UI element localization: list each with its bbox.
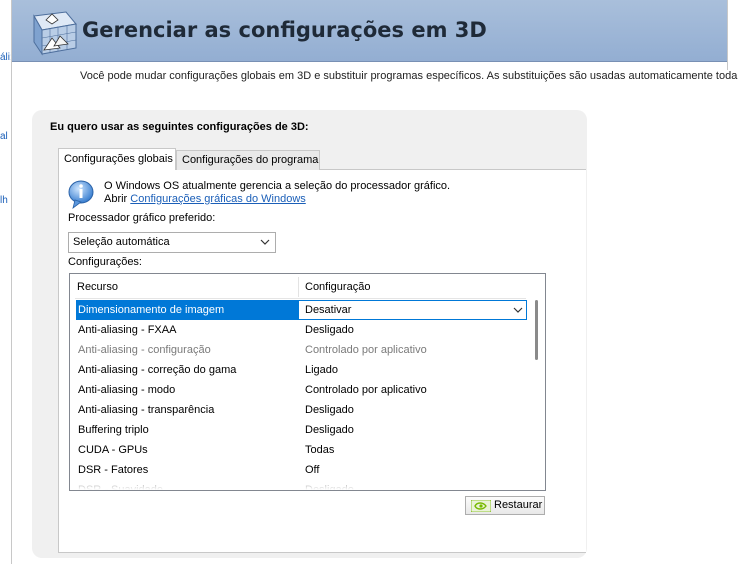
feature-cell[interactable]: DSR - Fatores <box>78 460 148 480</box>
table-row[interactable]: Anti-aliasing - FXAA Desligado <box>76 320 527 340</box>
feature-cell[interactable]: Anti-aliasing - modo <box>78 380 175 400</box>
setting-cell[interactable]: Controlado por aplicativo <box>305 340 427 360</box>
left-pane-text[interactable]: áli: <box>0 52 11 63</box>
nvidia-3d-settings-icon <box>33 11 77 56</box>
left-pane-text[interactable]: lh <box>0 195 11 206</box>
table-row[interactable]: DSR - Fatores Off <box>76 460 527 480</box>
feature-cell[interactable]: Anti-aliasing - FXAA <box>78 320 176 340</box>
setting-cell[interactable]: Desligado <box>305 400 354 420</box>
setting-cell[interactable]: Desligado <box>305 320 354 340</box>
panel-title: Eu quero usar as seguintes configurações… <box>50 121 309 133</box>
setting-cell[interactable]: Desativar <box>305 300 351 320</box>
header-divider <box>75 298 526 299</box>
feature-cell[interactable]: Anti-aliasing - correção do gama <box>78 360 236 380</box>
settings-label: Configurações: <box>68 256 142 268</box>
info-line: O Windows OS atualmente gerencia a seleç… <box>104 180 451 192</box>
settings-table: Recurso Configuração Dimensionamento de … <box>69 273 546 491</box>
setting-cell[interactable]: Ligado <box>305 360 338 380</box>
tab-program-settings[interactable]: Configurações do programa <box>176 150 320 170</box>
table-row[interactable]: Anti-aliasing - correção do gama Ligado <box>76 360 527 380</box>
left-pane-text[interactable]: al <box>0 131 11 142</box>
nvidia-logo-icon <box>471 500 491 512</box>
page-title: Gerenciar as configurações em 3D <box>82 18 487 42</box>
page-description: Você pode mudar configurações globais em… <box>80 70 739 82</box>
windows-graphics-settings-link[interactable]: Configurações gráficas do Windows <box>130 193 305 205</box>
scrollbar-thumb[interactable] <box>535 300 538 360</box>
processor-select[interactable]: Seleção automática <box>68 232 276 253</box>
processor-label: Processador gráfico preferido: <box>68 212 216 224</box>
feature-cell[interactable]: Buffering triplo <box>78 420 149 440</box>
setting-cell[interactable]: Off <box>305 460 319 480</box>
info-icon <box>68 180 94 209</box>
table-row[interactable]: Anti-aliasing - configuração Controlado p… <box>76 340 527 360</box>
column-header-setting[interactable]: Configuração <box>305 277 370 297</box>
right-pane-strip <box>727 0 739 70</box>
table-row[interactable]: Anti-aliasing - transparência Desligado <box>76 400 527 420</box>
feature-cell[interactable]: Dimensionamento de imagem <box>76 300 298 320</box>
setting-cell[interactable]: Todas <box>305 440 334 460</box>
processor-select-value: Seleção automática <box>73 236 170 248</box>
info-message: O Windows OS atualmente gerencia a seleç… <box>104 180 450 206</box>
info-line-2: Abrir Configurações gráficas do Windows <box>104 193 450 206</box>
column-header-feature[interactable]: Recurso <box>77 277 118 297</box>
table-row[interactable]: Dimensionamento de imagem Desativar <box>76 300 527 320</box>
setting-cell[interactable]: Controlado por aplicativo <box>305 380 427 400</box>
column-divider <box>298 277 299 297</box>
table-scrollbar[interactable] <box>530 298 545 490</box>
restore-button[interactable]: Restaurar <box>465 496 545 515</box>
table-row[interactable]: CUDA - GPUs Todas <box>76 440 527 460</box>
chevron-down-icon <box>513 307 523 313</box>
left-pane-strip: áli: al lh <box>0 0 12 564</box>
feature-cell[interactable]: Anti-aliasing - configuração <box>78 340 211 360</box>
restore-label: Restaurar <box>494 499 543 511</box>
feature-cell[interactable]: Anti-aliasing - transparência <box>78 400 214 420</box>
setting-cell[interactable]: Desligado <box>305 420 354 440</box>
feature-cell[interactable]: CUDA - GPUs <box>78 440 148 460</box>
table-row[interactable]: Buffering triplo Desligado <box>76 420 527 440</box>
info-prefix: Abrir <box>104 193 128 205</box>
page-header: Gerenciar as configurações em 3D <box>12 0 727 62</box>
tab-global-settings[interactable]: Configurações globais <box>58 148 176 170</box>
table-row[interactable]: Anti-aliasing - modo Controlado por aplic… <box>76 380 527 400</box>
table-fade <box>70 478 530 490</box>
chevron-down-icon <box>260 239 270 245</box>
